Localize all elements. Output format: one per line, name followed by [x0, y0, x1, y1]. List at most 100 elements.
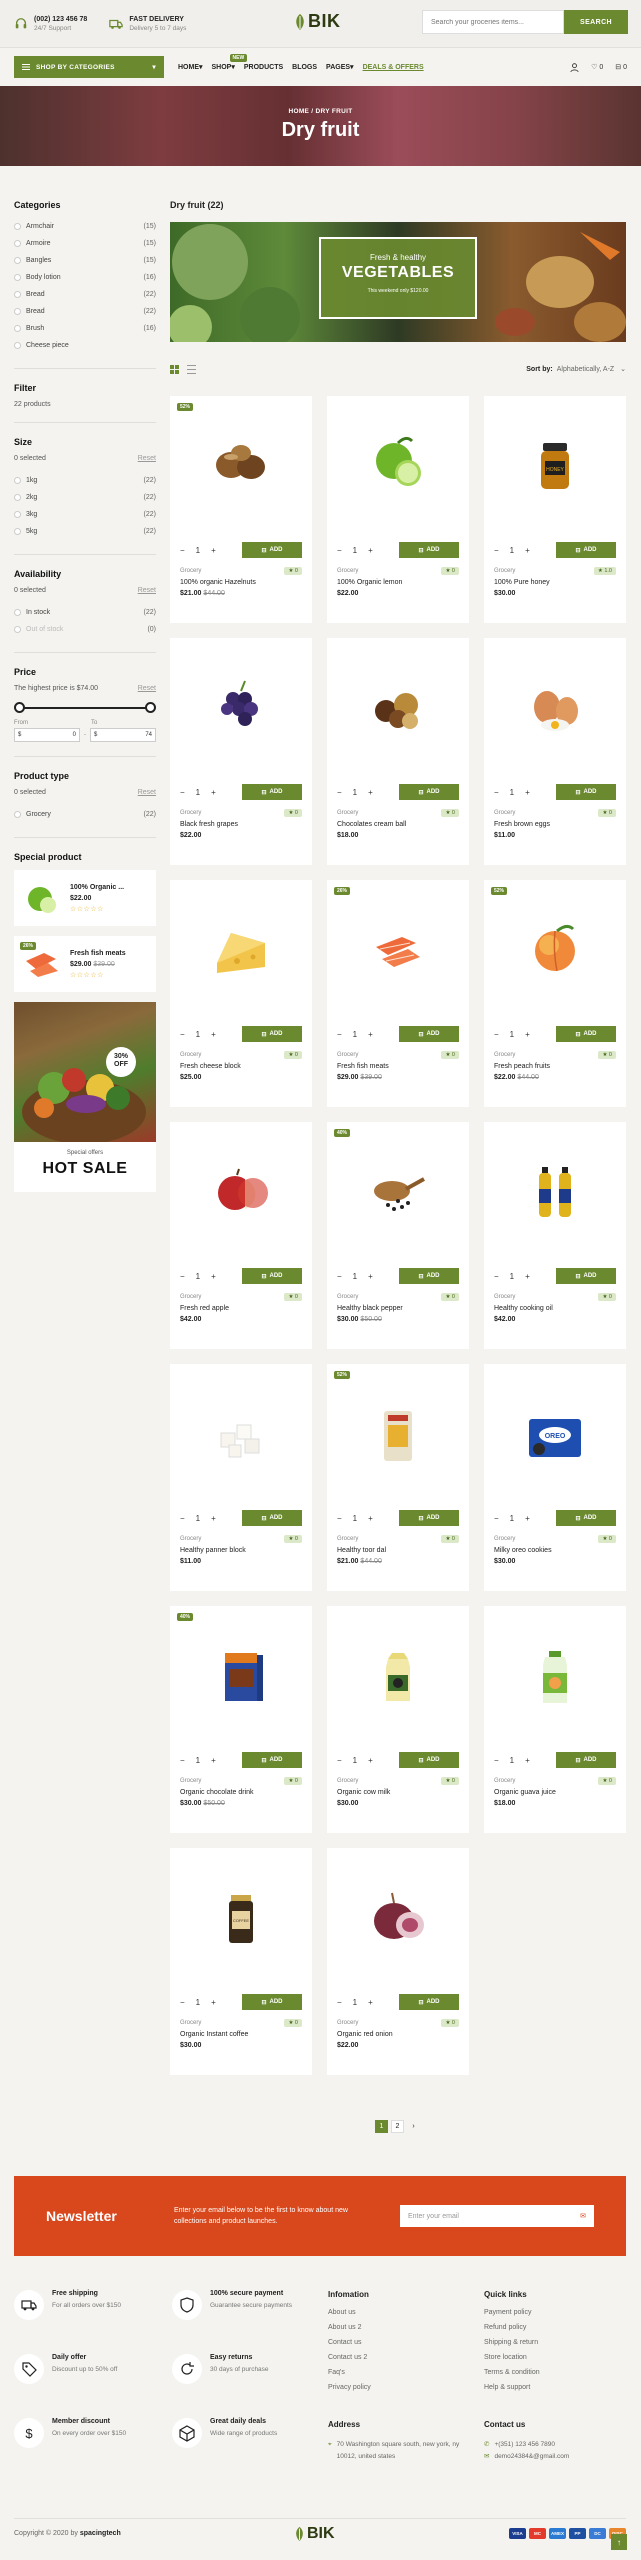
quantity-stepper[interactable]: − 1 +: [180, 546, 216, 555]
product-name[interactable]: Fresh brown eggs: [494, 821, 616, 828]
product-name[interactable]: Chocolates cream ball: [337, 821, 459, 828]
quantity-stepper[interactable]: − 1 +: [494, 1030, 530, 1039]
grid-view-icon[interactable]: [170, 364, 179, 374]
price-from-input[interactable]: $0: [14, 728, 80, 742]
nav-item-home[interactable]: HOME▾: [178, 63, 203, 71]
copyright-brand[interactable]: spacingtech: [80, 2530, 121, 2537]
product-name[interactable]: Healthy cooking oil: [494, 1305, 616, 1312]
qty-plus-button[interactable]: +: [368, 788, 373, 797]
size-option[interactable]: 1kg (22): [14, 472, 156, 489]
qty-value[interactable]: 1: [353, 788, 357, 797]
product-name[interactable]: Milky oreo cookies: [494, 1547, 616, 1554]
product-name[interactable]: Organic chocolate drink: [180, 1789, 302, 1796]
add-to-cart-button[interactable]: ⊟ ADD: [556, 1268, 616, 1284]
product-image[interactable]: [180, 1122, 302, 1268]
qty-value[interactable]: 1: [196, 1030, 200, 1039]
sort-dropdown[interactable]: Sort by: Alphabetically, A-Z ⌄: [526, 365, 626, 373]
collection-banner[interactable]: Fresh & healthy VEGETABLES This weekend …: [170, 222, 626, 342]
quantity-stepper[interactable]: − 1 +: [180, 1514, 216, 1523]
product-card[interactable]: − 1 + ⊟ ADD Grocery ★ 0 Fresh cheese block $25.0…: [170, 880, 312, 1107]
qty-plus-button[interactable]: +: [525, 1272, 530, 1281]
product-card[interactable]: COFFEE − 1 + ⊟ ADD Grocery ★ 0 Organic Instant c…: [170, 1848, 312, 2075]
qty-minus-button[interactable]: −: [337, 546, 342, 555]
back-to-top-button[interactable]: ↑: [611, 2534, 627, 2550]
checkbox[interactable]: [14, 342, 21, 349]
add-to-cart-button[interactable]: ⊟ ADD: [556, 1026, 616, 1042]
nav-item-products[interactable]: PRODUCTS: [244, 64, 283, 71]
next-page-button[interactable]: ›: [407, 2120, 420, 2133]
product-card[interactable]: − 1 + ⊟ ADD Grocery ★ 0 Chocolates cream ball $1…: [327, 638, 469, 865]
qty-value[interactable]: 1: [196, 1998, 200, 2007]
product-name[interactable]: Fresh fish meats: [337, 1063, 459, 1070]
footer-link[interactable]: Contact us 2: [328, 2354, 371, 2369]
footer-link[interactable]: Faq's: [328, 2369, 371, 2384]
checkbox[interactable]: [14, 494, 21, 501]
product-card[interactable]: 52% − 1 + ⊟ ADD Grocery ★ 0 100% organic Hazelnu…: [170, 396, 312, 623]
quantity-stepper[interactable]: − 1 +: [180, 1756, 216, 1765]
product-image[interactable]: [180, 1364, 302, 1510]
search-input[interactable]: [422, 10, 564, 34]
product-image[interactable]: [337, 396, 459, 542]
product-name[interactable]: Healthy toor dal: [337, 1547, 459, 1554]
qty-minus-button[interactable]: −: [180, 788, 185, 797]
product-name[interactable]: Organic cow milk: [337, 1789, 459, 1796]
footer-link[interactable]: Store location: [484, 2354, 540, 2369]
size-option[interactable]: 2kg (22): [14, 489, 156, 506]
qty-value[interactable]: 1: [196, 1756, 200, 1765]
product-image[interactable]: [180, 396, 302, 542]
product-card[interactable]: 52% − 1 + ⊟ ADD Grocery ★ 0 Fresh peach fruits $2…: [484, 880, 626, 1107]
qty-value[interactable]: 1: [353, 1998, 357, 2007]
product-name[interactable]: Organic red onion: [337, 2031, 459, 2038]
page-1-button[interactable]: 1: [375, 2120, 388, 2133]
product-image[interactable]: [337, 1848, 459, 1994]
qty-minus-button[interactable]: −: [337, 1030, 342, 1039]
newsletter-email-input[interactable]: Enter your email ✉: [400, 2205, 594, 2227]
qty-value[interactable]: 1: [353, 1514, 357, 1523]
qty-plus-button[interactable]: +: [368, 1030, 373, 1039]
quantity-stepper[interactable]: − 1 +: [337, 1272, 373, 1281]
product-card[interactable]: − 1 + ⊟ ADD Grocery ★ 0 100% Organic lemon $22.0…: [327, 396, 469, 623]
availability-option[interactable]: Out of stock (0): [14, 621, 156, 638]
quantity-stepper[interactable]: − 1 +: [180, 1030, 216, 1039]
breadcrumb-home[interactable]: HOME: [288, 108, 309, 115]
special-product-card[interactable]: 26% Fresh fish meats $29.00 $39.00 ☆☆☆☆☆: [14, 936, 156, 992]
product-card[interactable]: − 1 + ⊟ ADD Grocery ★ 0 Organic red onion $22.00: [327, 1848, 469, 2075]
qty-value[interactable]: 1: [353, 1272, 357, 1281]
checkbox[interactable]: [14, 274, 21, 281]
quantity-stepper[interactable]: − 1 +: [337, 788, 373, 797]
product-card[interactable]: 52% − 1 + ⊟ ADD Grocery ★ 0 Healthy toor dal $21.…: [327, 1364, 469, 1591]
product-image[interactable]: [337, 638, 459, 784]
nav-item-blogs[interactable]: BLOGS: [292, 64, 317, 71]
qty-minus-button[interactable]: −: [494, 1756, 499, 1765]
qty-value[interactable]: 1: [353, 1030, 357, 1039]
availability-option[interactable]: In stock (22): [14, 604, 156, 621]
add-to-cart-button[interactable]: ⊟ ADD: [242, 1026, 302, 1042]
product-image[interactable]: [494, 880, 616, 1026]
qty-plus-button[interactable]: +: [525, 1514, 530, 1523]
quantity-stepper[interactable]: − 1 +: [494, 788, 530, 797]
qty-minus-button[interactable]: −: [180, 1272, 185, 1281]
product-card[interactable]: 26% − 1 + ⊟ ADD Grocery ★ 0 Fresh fish meats $29.…: [327, 880, 469, 1107]
product-image[interactable]: [337, 1364, 459, 1510]
checkbox[interactable]: [14, 626, 21, 633]
product-name[interactable]: 100% Pure honey: [494, 579, 616, 586]
qty-minus-button[interactable]: −: [180, 546, 185, 555]
quantity-stepper[interactable]: − 1 +: [337, 1030, 373, 1039]
product-card[interactable]: 40% − 1 + ⊟ ADD Grocery ★ 0 Organic chocolate dr…: [170, 1606, 312, 1833]
add-to-cart-button[interactable]: ⊟ ADD: [242, 1994, 302, 2010]
quantity-stepper[interactable]: − 1 +: [337, 546, 373, 555]
qty-minus-button[interactable]: −: [494, 1514, 499, 1523]
product-type-option[interactable]: Grocery (22): [14, 806, 156, 823]
product-name[interactable]: Fresh peach fruits: [494, 1063, 616, 1070]
product-image[interactable]: [494, 638, 616, 784]
qty-plus-button[interactable]: +: [211, 1272, 216, 1281]
size-option[interactable]: 5kg (22): [14, 523, 156, 540]
footer-link[interactable]: Help & support: [484, 2384, 540, 2399]
qty-minus-button[interactable]: −: [180, 1030, 185, 1039]
qty-minus-button[interactable]: −: [494, 546, 499, 555]
qty-value[interactable]: 1: [196, 788, 200, 797]
category-option[interactable]: Bread (22): [14, 303, 156, 320]
checkbox[interactable]: [14, 291, 21, 298]
add-to-cart-button[interactable]: ⊟ ADD: [399, 1026, 459, 1042]
product-image[interactable]: HONEY: [494, 396, 616, 542]
